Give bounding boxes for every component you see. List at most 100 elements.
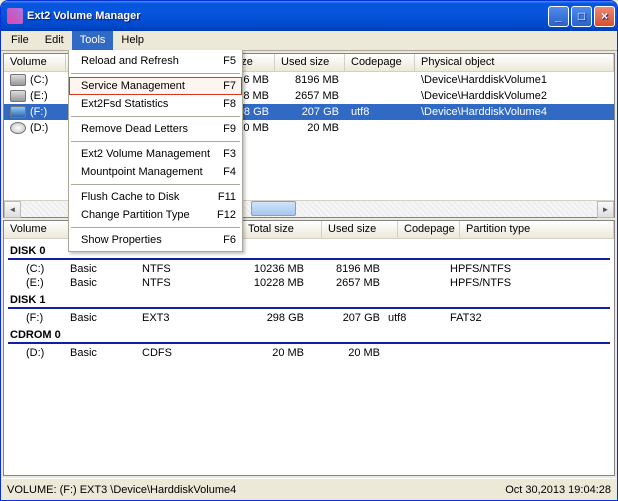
drive-letter: (E:) (30, 90, 48, 102)
menu-shortcut: F5 (213, 55, 236, 67)
drive-cell: (C:) (8, 263, 66, 275)
col-volume[interactable]: Volume (4, 54, 66, 71)
menu-change-partition-type[interactable]: Change Partition TypeF12 (69, 206, 242, 224)
status-right: Oct 30,2013 19:04:28 (505, 484, 611, 496)
partition-row[interactable]: (F:) Basic EXT3 298 GB 207 GB utf8 FAT32 (8, 311, 610, 325)
drive-cell: (E:) (8, 277, 66, 289)
menu-ext2fsd-statistics[interactable]: Ext2Fsd StatisticsF8 (69, 95, 242, 113)
volume-cell: (E:) (4, 89, 66, 103)
col-total-size[interactable]: Total size (242, 221, 322, 238)
menu-label: Reload and Refresh (81, 55, 213, 67)
used-cell: 20 MB (275, 121, 345, 135)
menu-label: Mountpoint Management (81, 166, 213, 178)
title-bar[interactable]: Ext2 Volume Manager _ □ × (1, 1, 617, 31)
menu-separator (71, 227, 240, 228)
menu-remove-dead-letters[interactable]: Remove Dead LettersF9 (69, 120, 242, 138)
codepage-cell (345, 79, 415, 81)
menu-shortcut: F8 (213, 98, 236, 110)
fs-cell: NTFS (138, 263, 228, 275)
menu-shortcut: F11 (208, 191, 236, 203)
type-cell: Basic (66, 277, 138, 289)
ptype-cell: HPFS/NTFS (446, 263, 610, 275)
scroll-right-button[interactable]: ► (597, 201, 614, 218)
menu-separator (71, 184, 240, 185)
menu-service-management[interactable]: Service ManagementF7 (69, 77, 242, 95)
type-cell: Basic (66, 347, 138, 359)
physical-cell: \Device\HarddiskVolume1 (415, 73, 614, 87)
volume-cell: (C:) (4, 73, 66, 87)
disks-list: DISK 0 (C:) Basic NTFS 10236 MB 8196 MB … (4, 239, 614, 475)
used-cell: 207 GB (275, 105, 345, 119)
menu-ext2-volume-management[interactable]: Ext2 Volume ManagementF3 (69, 145, 242, 163)
scroll-thumb[interactable] (251, 201, 296, 216)
codepage-cell (384, 263, 446, 275)
used-cell: 8196 MB (275, 73, 345, 87)
used-cell: 2657 MB (308, 277, 384, 289)
scroll-left-button[interactable]: ◄ (4, 201, 21, 218)
used-cell: 2657 MB (275, 89, 345, 103)
volume-cell: (D:) (4, 121, 66, 135)
disk-header[interactable]: CDROM 0 (8, 325, 610, 344)
type-cell: Basic (66, 312, 138, 324)
menu-edit[interactable]: Edit (37, 31, 72, 50)
drive-letter: (D:) (30, 122, 48, 134)
partition-row[interactable]: (E:) Basic NTFS 10228 MB 2657 MB HPFS/NT… (8, 276, 610, 290)
col-codepage[interactable]: Codepage (345, 54, 415, 71)
window-title: Ext2 Volume Manager (27, 10, 548, 22)
total-cell: 10236 MB (228, 263, 308, 275)
fs-cell: NTFS (138, 277, 228, 289)
used-cell: 207 GB (308, 312, 384, 324)
codepage-cell (345, 127, 415, 129)
menu-mountpoint-management[interactable]: Mountpoint ManagementF4 (69, 163, 242, 181)
drive-cell: (D:) (8, 347, 66, 359)
menu-shortcut: F7 (213, 80, 236, 92)
codepage-cell (384, 277, 446, 289)
col-used-size[interactable]: Used size (322, 221, 398, 238)
cdrom-icon (10, 122, 26, 134)
drive-cell: (F:) (8, 312, 66, 324)
codepage-cell (345, 95, 415, 97)
ptype-cell: FAT32 (446, 312, 610, 324)
ptype-cell (446, 347, 610, 359)
menu-reload-refresh[interactable]: Reload and RefreshF5 (69, 52, 242, 70)
menu-label: Service Management (81, 80, 213, 92)
harddisk-icon (10, 106, 26, 118)
physical-cell (415, 127, 614, 129)
codepage-cell (384, 347, 446, 359)
type-cell: Basic (66, 263, 138, 275)
menu-flush-cache[interactable]: Flush Cache to DiskF11 (69, 188, 242, 206)
menu-shortcut: F3 (213, 148, 236, 160)
app-icon (7, 8, 23, 24)
used-cell: 8196 MB (308, 263, 384, 275)
drive-letter: (C:) (30, 74, 48, 86)
col-codepage[interactable]: Codepage (398, 221, 460, 238)
menu-tools[interactable]: Tools (72, 31, 114, 50)
menu-show-properties[interactable]: Show PropertiesF6 (69, 231, 242, 249)
close-button[interactable]: × (594, 6, 615, 27)
partition-row[interactable]: (D:) Basic CDFS 20 MB 20 MB (8, 346, 610, 360)
menu-file[interactable]: File (3, 31, 37, 50)
harddisk-icon (10, 90, 26, 102)
partition-row[interactable]: (C:) Basic NTFS 10236 MB 8196 MB HPFS/NT… (8, 262, 610, 276)
col-physical-object[interactable]: Physical object (415, 54, 614, 71)
menu-shortcut: F12 (207, 209, 236, 221)
tools-dropdown: Reload and RefreshF5 Service ManagementF… (68, 50, 243, 252)
col-used-size[interactable]: Used size (275, 54, 345, 71)
col-partition-type[interactable]: Partition type (460, 221, 614, 238)
volume-cell: (F:) (4, 105, 66, 119)
menu-label: Show Properties (81, 234, 213, 246)
maximize-button[interactable]: □ (571, 6, 592, 27)
menu-shortcut: F6 (213, 234, 236, 246)
menu-separator (71, 116, 240, 117)
codepage-cell: utf8 (384, 312, 446, 324)
total-cell: 20 MB (228, 347, 308, 359)
disk-header[interactable]: DISK 1 (8, 290, 610, 309)
menu-label: Ext2 Volume Management (81, 148, 213, 160)
minimize-button[interactable]: _ (548, 6, 569, 27)
drive-letter: (F:) (30, 106, 47, 118)
status-bar: VOLUME: (F:) EXT3 \Device\HarddiskVolume… (1, 478, 617, 500)
menu-help[interactable]: Help (113, 31, 152, 50)
physical-cell: \Device\HarddiskVolume4 (415, 105, 614, 119)
menu-bar: File Edit Tools Help (1, 31, 617, 51)
menu-label: Ext2Fsd Statistics (81, 98, 213, 110)
